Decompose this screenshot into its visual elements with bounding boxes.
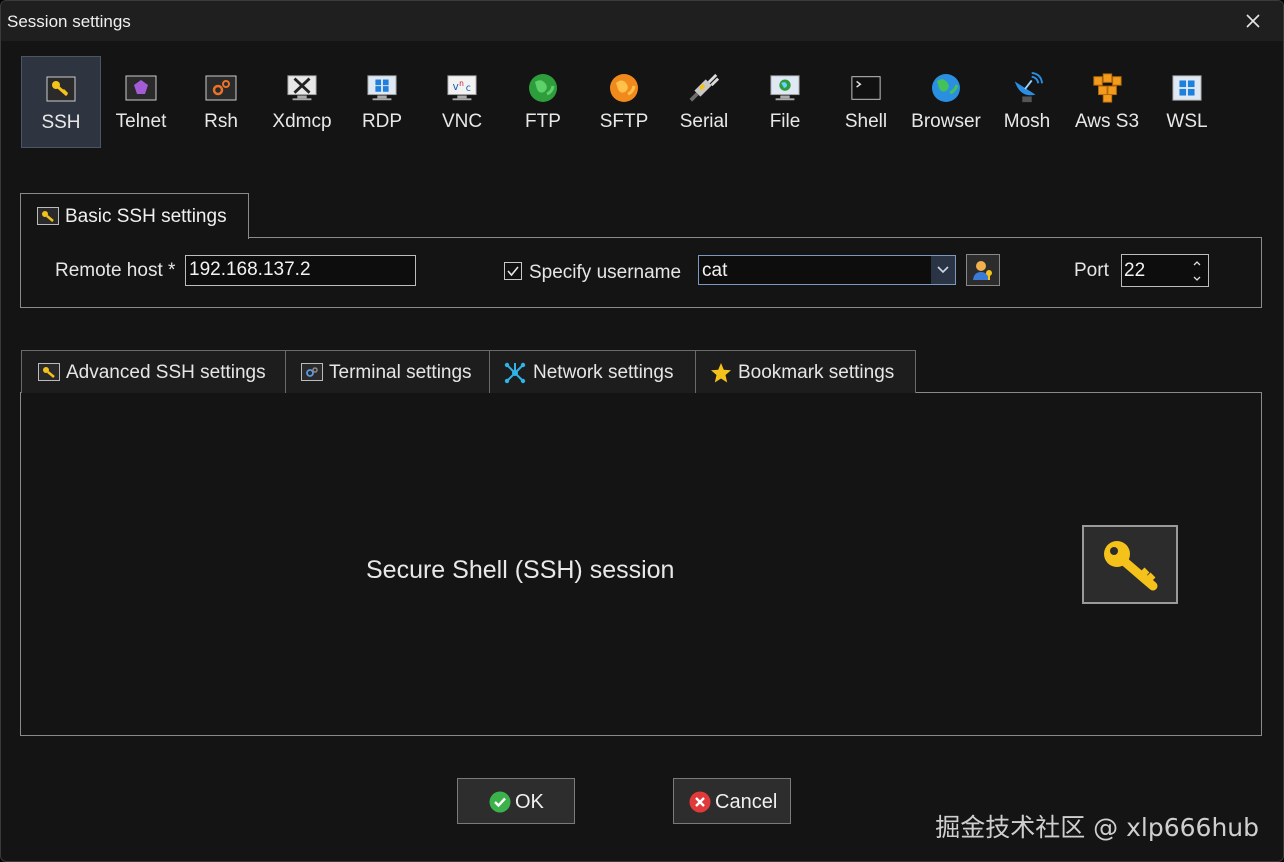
session-type-ssh[interactable]: SSH [21, 56, 101, 148]
tab-label: Network settings [533, 362, 674, 383]
cancel-circle-icon [689, 791, 711, 813]
remote-host-input[interactable]: 192.168.137.2 [185, 255, 416, 286]
session-type-shell[interactable]: Shell [826, 56, 906, 148]
port-decrement-button[interactable] [1188, 271, 1206, 285]
ok-label: OK [515, 791, 544, 813]
port-value: 22 [1124, 260, 1146, 281]
svg-text:v: v [453, 81, 459, 93]
remote-host-label: Remote host * [55, 260, 176, 281]
title-bar: Session settings [1, 1, 1283, 41]
port-spinbox[interactable]: 22 [1121, 254, 1209, 287]
session-type-aws-s3[interactable]: Aws S3 [1067, 56, 1147, 148]
user-key-icon [973, 261, 992, 280]
cancel-label: Cancel [715, 791, 778, 813]
specify-username-label: Specify username [529, 262, 682, 283]
xdmcp-icon [286, 72, 318, 104]
tab-terminal-settings[interactable]: Terminal settings [285, 350, 490, 393]
wsl-windows-icon [1171, 72, 1203, 104]
star-icon [711, 363, 731, 383]
session-type-xdmcp[interactable]: Xdmcp [262, 56, 342, 148]
session-type-rsh[interactable]: Rsh [181, 56, 261, 148]
network-icon [504, 362, 526, 384]
close-button[interactable] [1223, 1, 1283, 41]
username-combobox[interactable]: cat [698, 255, 956, 285]
chevron-down-icon [937, 266, 949, 274]
telnet-icon [125, 72, 157, 104]
session-type-wsl[interactable]: WSL [1147, 56, 1227, 148]
tab-label: Terminal settings [329, 362, 472, 383]
vnc-icon: vnc [446, 72, 478, 104]
tab-label: Advanced SSH settings [66, 362, 266, 383]
session-type-browser[interactable]: Browser [906, 56, 986, 148]
tab-advanced-ssh-settings[interactable]: Advanced SSH settings [21, 350, 286, 393]
session-description-panel: Secure Shell (SSH) session [20, 392, 1262, 736]
session-description: Secure Shell (SSH) session [366, 556, 675, 584]
close-icon [1246, 14, 1260, 28]
sftp-icon [608, 72, 640, 104]
cancel-button[interactable]: Cancel [673, 778, 791, 824]
ftp-globe-icon [527, 72, 559, 104]
username-value: cat [702, 260, 728, 281]
tab-basic-ssh-settings[interactable]: Basic SSH settings [20, 193, 249, 239]
ok-button[interactable]: OK [457, 778, 575, 824]
aws-s3-icon [1091, 72, 1123, 104]
session-settings-dialog: Session settings SSH Telnet Rsh Xdmcp RD… [0, 0, 1284, 862]
session-type-ftp[interactable]: FTP [503, 56, 583, 148]
user-credentials-button[interactable] [966, 254, 1000, 286]
mosh-dish-icon [1011, 72, 1043, 104]
port-label: Port [1074, 260, 1109, 281]
chevron-down-icon [1193, 276, 1201, 281]
window-title: Session settings [7, 12, 131, 31]
watermark: 掘金技术社区 @ xlp666hub [935, 813, 1259, 842]
session-type-serial[interactable]: Serial [664, 56, 744, 148]
basic-ssh-settings-group: Remote host * 192.168.137.2 Specify user… [20, 237, 1262, 308]
tab-bookmark-settings[interactable]: Bookmark settings [695, 350, 916, 393]
key-icon [37, 207, 59, 225]
session-type-mosh[interactable]: Mosh [987, 56, 1067, 148]
checkmark-icon [507, 266, 519, 277]
rdp-icon [366, 72, 398, 104]
port-increment-button[interactable] [1188, 256, 1206, 270]
chevron-up-icon [1193, 260, 1201, 265]
session-type-file[interactable]: File [745, 56, 825, 148]
session-type-sftp[interactable]: SFTP [584, 56, 664, 148]
key-icon [1082, 525, 1178, 604]
svg-text:c: c [466, 83, 471, 94]
file-monitor-icon [769, 72, 801, 104]
terminal-settings-icon [301, 363, 323, 381]
check-circle-icon [489, 791, 511, 813]
session-type-vnc[interactable]: vnc VNC [422, 56, 502, 148]
specify-username-checkbox[interactable] [504, 262, 522, 280]
shell-terminal-icon [850, 72, 882, 104]
rsh-icon [205, 72, 237, 104]
serial-plug-icon [688, 72, 720, 104]
basic-tab-label: Basic SSH settings [65, 206, 227, 227]
key-icon [38, 363, 60, 381]
browser-globe-icon [930, 72, 962, 104]
session-type-telnet[interactable]: Telnet [101, 56, 181, 148]
session-type-rdp[interactable]: RDP [342, 56, 422, 148]
username-dropdown-button[interactable] [931, 256, 955, 284]
svg-text:n: n [459, 79, 464, 88]
port-spin-buttons [1188, 256, 1206, 285]
key-icon [45, 73, 77, 105]
tab-label: Bookmark settings [738, 362, 895, 383]
session-type-label: WSL [1166, 111, 1208, 132]
tab-network-settings[interactable]: Network settings [489, 350, 696, 393]
